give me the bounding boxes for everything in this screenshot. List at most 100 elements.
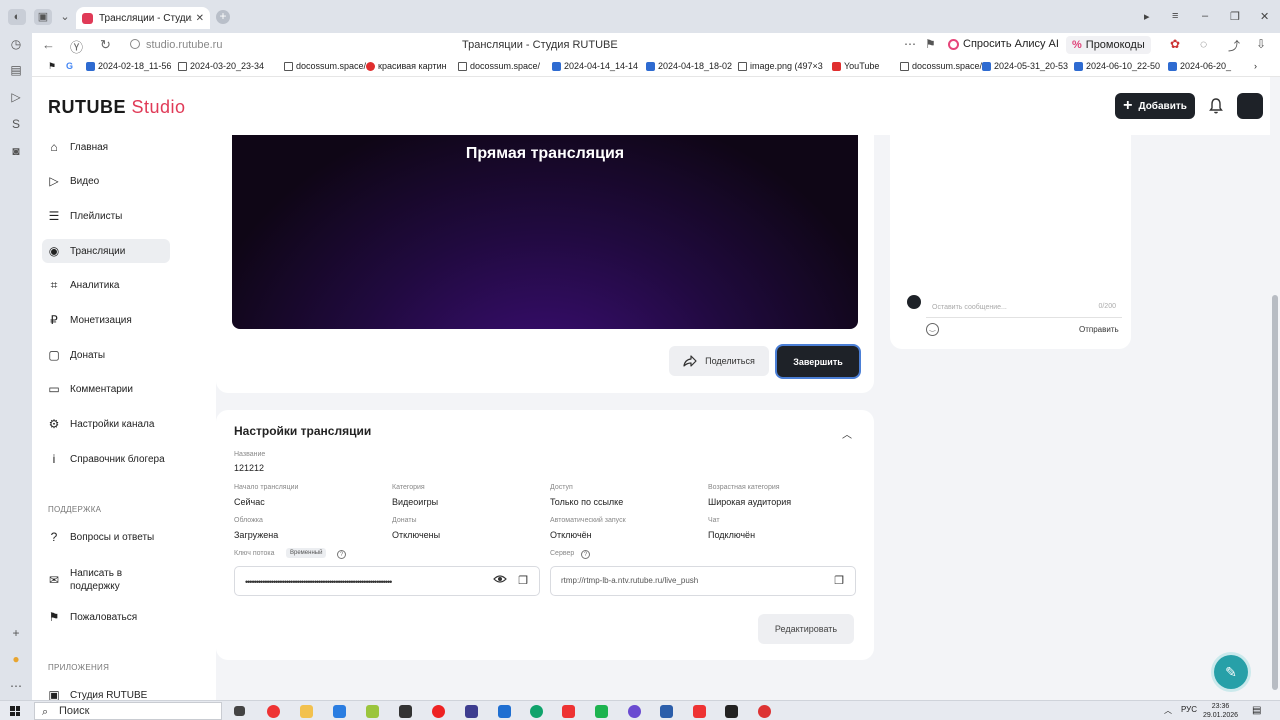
vscode-icon[interactable] <box>660 705 673 718</box>
app-7-icon[interactable] <box>465 705 478 718</box>
app-15-icon[interactable] <box>725 705 738 718</box>
sidebar-item-video[interactable]: ▷ Видео <box>42 169 170 193</box>
play-icon[interactable]: ▷ <box>8 89 24 105</box>
sidebar-item-gear[interactable]: ⚙ Настройки канала <box>42 412 170 436</box>
tray-chevron-icon[interactable]: ︿ <box>1164 705 1172 716</box>
reader-mode-icon[interactable]: ▸ <box>1144 10 1150 23</box>
history-icon[interactable]: ◷ <box>8 36 24 52</box>
bookmarks-more-icon[interactable]: › <box>1254 61 1257 71</box>
sidebar-item-comments[interactable]: ▭ Комментарии <box>42 377 170 401</box>
close-window-icon[interactable]: ✕ <box>1260 10 1269 23</box>
reload-icon[interactable]: ↻ <box>100 37 111 53</box>
bookmark-item[interactable]: YouTube <box>832 61 879 71</box>
google-icon[interactable]: G <box>66 61 73 71</box>
notes-icon[interactable]: ▤ <box>8 62 24 78</box>
new-tab-button[interactable]: + <box>216 10 230 24</box>
bookmark-item[interactable]: красивая картин <box>366 61 447 71</box>
sidebar-item-home[interactable]: ⌂ Главная <box>42 135 170 159</box>
copy-key-icon[interactable]: ❐ <box>516 574 530 588</box>
yandex-icon-3[interactable] <box>693 705 706 718</box>
key-help-icon[interactable]: ? <box>337 550 346 559</box>
edge-icon[interactable] <box>530 705 543 718</box>
yandex-icon[interactable]: Ⓨ <box>70 37 83 56</box>
scrollbar-thumb[interactable] <box>1272 295 1278 690</box>
user-avatar[interactable] <box>1237 93 1263 119</box>
send-button[interactable]: Отправить <box>1079 325 1119 334</box>
sidebar-item-ruble[interactable]: ₽ Монетизация <box>42 308 170 332</box>
chevron-up-icon[interactable]: ︿ <box>842 426 852 441</box>
bookmark-item[interactable]: 2024-03-20_23-34 <box>178 61 264 71</box>
video-player[interactable]: Прямая трансляция <box>232 135 858 329</box>
add-panel-icon[interactable]: + <box>8 625 24 641</box>
chat-message-input[interactable]: Оставить сообщение... 0/200 <box>926 296 1122 318</box>
camera-icon[interactable]: ◙ <box>8 143 24 159</box>
extension-2-icon[interactable]: ◌ <box>1200 37 1207 51</box>
support-chat-icon[interactable]: ✎ <box>1214 655 1248 689</box>
app-5-icon[interactable] <box>399 705 412 718</box>
more-dots-icon[interactable]: ⋯ <box>904 37 916 51</box>
app-3-icon[interactable] <box>333 705 346 718</box>
bell-icon[interactable] <box>1208 97 1224 115</box>
tabs-dropdown-icon[interactable]: ⌄ <box>56 9 74 25</box>
menu-icon[interactable]: ≡ <box>1172 10 1178 22</box>
rutube-studio-logo[interactable]: RUTUBE Studio <box>48 97 186 118</box>
active-tab[interactable]: Трансляции - Студия R ✕ <box>76 7 210 29</box>
lock-icon[interactable] <box>130 39 140 49</box>
sidebar-item-donate[interactable]: ▢ Донаты <box>42 343 170 367</box>
windows-start-icon[interactable] <box>10 706 20 716</box>
tab-group-icon[interactable]: ▣ <box>34 9 52 25</box>
app-16-icon[interactable] <box>758 705 771 718</box>
minimize-icon[interactable]: – <box>1202 10 1208 22</box>
stream-key-field[interactable]: ••••••••••••••••••••••••••••••••••••••••… <box>234 566 540 596</box>
server-field[interactable]: rtmp://rtmp-lb-a.ntv.rutube.ru/live_push… <box>550 566 856 596</box>
finish-button[interactable]: Завершить <box>777 346 859 377</box>
ask-alisa-button[interactable]: Спросить Алису AI <box>948 38 1059 50</box>
sidebar-item-analytics[interactable]: ⌗ Аналитика <box>42 273 170 297</box>
bookmark-item[interactable]: docossum.space/ <box>284 61 366 71</box>
alisa-icon[interactable]: ● <box>8 651 24 667</box>
share-page-icon[interactable]: ⤴ <box>1228 37 1240 54</box>
taskbar-clock[interactable]: 23:36 29.01.2026 <box>1203 702 1238 720</box>
extension-icon[interactable]: ✿ <box>1170 37 1180 51</box>
app-11-icon[interactable] <box>595 705 608 718</box>
sidebar-item-broadcast[interactable]: ◉ Трансляции <box>42 239 170 263</box>
bookmark-item[interactable]: image.png (497×3 <box>738 61 823 71</box>
opera-icon[interactable] <box>432 705 445 718</box>
sidebar-item-flag[interactable]: ⚑ Пожаловаться <box>42 605 170 629</box>
restore-icon[interactable]: ❐ <box>1230 10 1240 23</box>
yandex-browser-icon[interactable] <box>267 705 280 718</box>
bookmark-item[interactable]: 2024-04-18_18-02 <box>646 61 732 71</box>
task-view-icon[interactable] <box>234 706 245 716</box>
emoji-icon[interactable]: ‿ <box>926 323 939 336</box>
bookmark-item[interactable]: 2024-05-31_20-53 <box>982 61 1068 71</box>
close-tab-icon[interactable]: ✕ <box>196 13 204 24</box>
explorer-icon[interactable] <box>300 705 313 718</box>
taskbar-search[interactable]: ⌕ Поиск <box>34 702 222 720</box>
bookmark-flag-icon[interactable]: ⚑ <box>48 61 56 72</box>
sidebar-item-mail[interactable]: ✉ Написать в поддержку <box>42 565 152 595</box>
browser-menu-icon[interactable]: ◐ <box>8 9 26 25</box>
sidebar-item-info[interactable]: i Справочник блогера <box>42 447 170 471</box>
sidebar-item-playlist[interactable]: ☰ Плейлисты <box>42 204 170 228</box>
notifications-icon[interactable]: ▤ <box>1252 705 1261 716</box>
server-help-icon[interactable]: ? <box>581 550 590 559</box>
bookmark-item[interactable]: docossum.space/ <box>900 61 982 71</box>
download-icon[interactable]: ⇩ <box>1256 37 1266 51</box>
copy-server-icon[interactable]: ❐ <box>832 574 846 588</box>
input-language[interactable]: РУС <box>1181 705 1197 714</box>
promo-codes-button[interactable]: % Промокоды <box>1066 36 1151 54</box>
discord-icon[interactable] <box>628 705 641 718</box>
yandex-icon-2[interactable] <box>562 705 575 718</box>
bookmark-item[interactable]: docossum.space/ <box>458 61 540 71</box>
page-scrollbar[interactable] <box>1270 77 1280 700</box>
s-icon[interactable]: S <box>8 116 24 132</box>
edit-button[interactable]: Редактировать <box>758 614 854 644</box>
bookmark-item[interactable]: 2024-02-18_11-56 <box>86 61 171 71</box>
share-button[interactable]: Поделиться <box>669 346 769 376</box>
bookmark-icon[interactable]: ⚑ <box>925 37 936 51</box>
add-button[interactable]: + Добавить <box>1115 93 1195 119</box>
bookmark-item[interactable]: 2024-06-20_ <box>1168 61 1231 71</box>
bookmark-item[interactable]: 2024-04-14_14-14 <box>552 61 638 71</box>
url-field[interactable]: studio.rutube.ru <box>146 39 222 51</box>
app-4-icon[interactable] <box>366 705 379 718</box>
